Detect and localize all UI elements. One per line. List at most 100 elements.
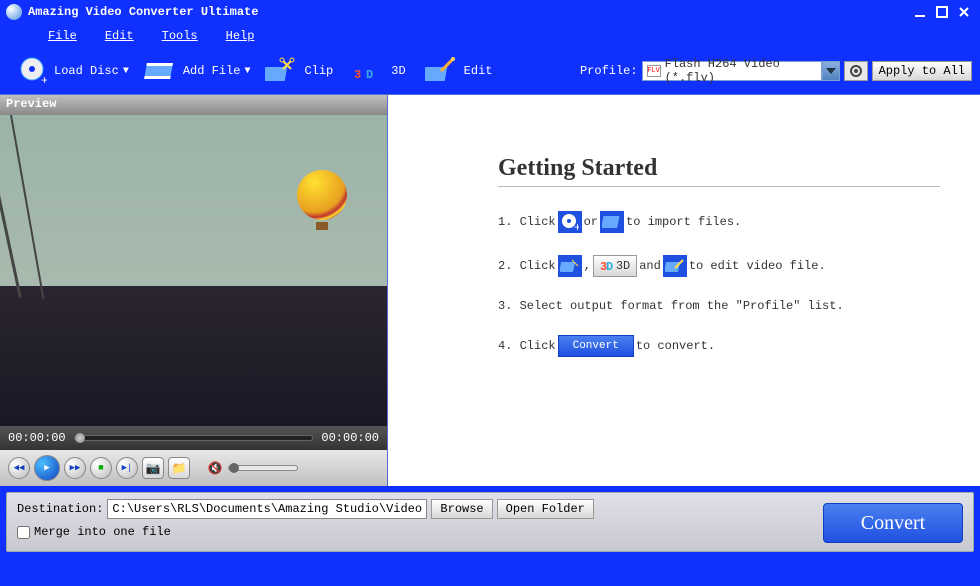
add-file-button[interactable]: Add File ▼ [137, 54, 257, 88]
film-icon [600, 211, 624, 233]
profile-select[interactable]: FLV Flash H264 Video (*.flv) [642, 61, 822, 81]
profile-section: Profile: FLV Flash H264 Video (*.flv) Ap… [580, 61, 972, 81]
divider [498, 186, 940, 187]
step-4-text-a: 4. Click [498, 339, 556, 353]
menubar: File Edit Tools Help [0, 24, 980, 48]
step-1-text-a: 1. Click [498, 215, 556, 229]
next-button[interactable]: ▶▶ [64, 457, 86, 479]
getting-started-title: Getting Started [498, 155, 940, 182]
mute-icon[interactable]: 🔇 [206, 459, 224, 477]
convert-inline-button: Convert [558, 335, 634, 357]
playback-controls: ◀◀ ▶ ▶▶ ■ ▶| 📷 📁 🔇 [0, 450, 387, 486]
menu-tools[interactable]: Tools [148, 27, 212, 45]
chevron-down-icon: ▼ [244, 66, 250, 77]
svg-text:+: + [574, 221, 579, 231]
3d-icon: 3D [351, 56, 387, 86]
preview-header: Preview [0, 95, 387, 115]
load-disc-label: Load Disc [54, 64, 119, 78]
app-icon [6, 4, 22, 20]
disc-icon: + [14, 56, 50, 86]
scissors-icon [558, 255, 582, 277]
content-panel: Getting Started 1. Click + or to import … [388, 95, 980, 486]
main-area: Preview 00:00:00 00:00:00 ◀◀ ▶ ▶▶ ■ ▶| 📷… [0, 94, 980, 486]
merge-row: Merge into one file [17, 525, 594, 539]
step-1: 1. Click + or to import files. [498, 211, 940, 233]
preview-video [0, 115, 387, 426]
folder-button[interactable]: 📁 [168, 457, 190, 479]
step-3-text: 3. Select output format from the "Profil… [498, 299, 844, 313]
preview-panel: Preview 00:00:00 00:00:00 ◀◀ ▶ ▶▶ ■ ▶| 📷… [0, 95, 388, 486]
step-2-and: and [639, 259, 661, 273]
load-disc-button[interactable]: + Load Disc ▼ [8, 54, 135, 88]
step-4: 4. Click Convert to convert. [498, 335, 940, 357]
edit-button[interactable]: Edit [418, 54, 503, 88]
svg-text:+: + [41, 74, 47, 86]
folder-icon: 📁 [172, 461, 187, 476]
svg-text:3: 3 [354, 68, 361, 82]
scissors-icon [264, 56, 300, 86]
destination-label: Destination: [17, 502, 103, 516]
browse-button[interactable]: Browse [431, 499, 492, 519]
volume-slider[interactable] [228, 465, 298, 471]
convert-button[interactable]: Convert [823, 503, 963, 543]
time-current: 00:00:00 [8, 431, 66, 445]
step-2: 2. Click , 3D3D and to edit video file. [498, 255, 940, 277]
destination-input[interactable] [107, 499, 427, 519]
volume-control: 🔇 [206, 459, 298, 477]
toolbar: + Load Disc ▼ Add File ▼ Clip 3D 3D Edit… [0, 48, 980, 94]
disc-icon: + [558, 211, 582, 233]
balloon-image [297, 170, 347, 230]
step-1-text-b: to import files. [626, 215, 741, 229]
step-3: 3. Select output format from the "Profil… [498, 299, 940, 313]
timeline: 00:00:00 00:00:00 [0, 426, 387, 450]
app-title: Amazing Video Converter Ultimate [28, 5, 908, 19]
step-button[interactable]: ▶| [116, 457, 138, 479]
menu-file[interactable]: File [34, 27, 91, 45]
step-4-text-b: to convert. [636, 339, 715, 353]
settings-button[interactable] [844, 61, 868, 81]
destination-row: Destination: Browse Open Folder [17, 499, 594, 519]
play-button[interactable]: ▶ [34, 455, 60, 481]
step-2-text-a: 2. Click [498, 259, 556, 273]
wand-icon [424, 56, 460, 86]
open-folder-button[interactable]: Open Folder [497, 499, 594, 519]
clip-label: Clip [304, 64, 333, 78]
svg-text:D: D [366, 68, 373, 82]
profile-label: Profile: [580, 64, 638, 78]
wand-icon [663, 255, 687, 277]
camera-icon: 📷 [146, 461, 161, 476]
flv-icon: FLV [647, 65, 661, 77]
3d-label: 3D [616, 259, 630, 273]
maximize-button[interactable] [932, 4, 952, 20]
chevron-down-icon: ▼ [123, 66, 129, 77]
snapshot-button[interactable]: 📷 [142, 457, 164, 479]
titlebar: Amazing Video Converter Ultimate [0, 0, 980, 24]
profile-value: Flash H264 Video (*.flv) [665, 57, 817, 85]
bottom-bar: Destination: Browse Open Folder Merge in… [6, 492, 974, 552]
film-icon [143, 56, 179, 86]
menu-edit[interactable]: Edit [91, 27, 148, 45]
merge-checkbox[interactable] [17, 526, 30, 539]
close-button[interactable] [954, 4, 974, 20]
seek-thumb[interactable] [75, 433, 85, 443]
add-file-label: Add File [183, 64, 241, 78]
gear-icon [849, 64, 863, 78]
clip-button[interactable]: Clip [258, 54, 343, 88]
3d-inline-button: 3D3D [593, 255, 637, 277]
prev-button[interactable]: ◀◀ [8, 457, 30, 479]
time-total: 00:00:00 [321, 431, 379, 445]
step-2-comma: , [584, 259, 591, 273]
menu-help[interactable]: Help [212, 27, 269, 45]
seek-slider[interactable] [74, 435, 314, 441]
apply-to-all-button[interactable]: Apply to All [872, 61, 972, 81]
3d-button[interactable]: 3D 3D [345, 54, 415, 88]
edit-label: Edit [464, 64, 493, 78]
minimize-button[interactable] [910, 4, 930, 20]
profile-dropdown-arrow[interactable] [822, 61, 840, 81]
svg-text:D: D [606, 260, 613, 273]
merge-label: Merge into one file [34, 525, 171, 539]
step-2-text-b: to edit video file. [689, 259, 826, 273]
volume-thumb[interactable] [229, 463, 239, 473]
step-1-or: or [584, 215, 598, 229]
stop-button[interactable]: ■ [90, 457, 112, 479]
